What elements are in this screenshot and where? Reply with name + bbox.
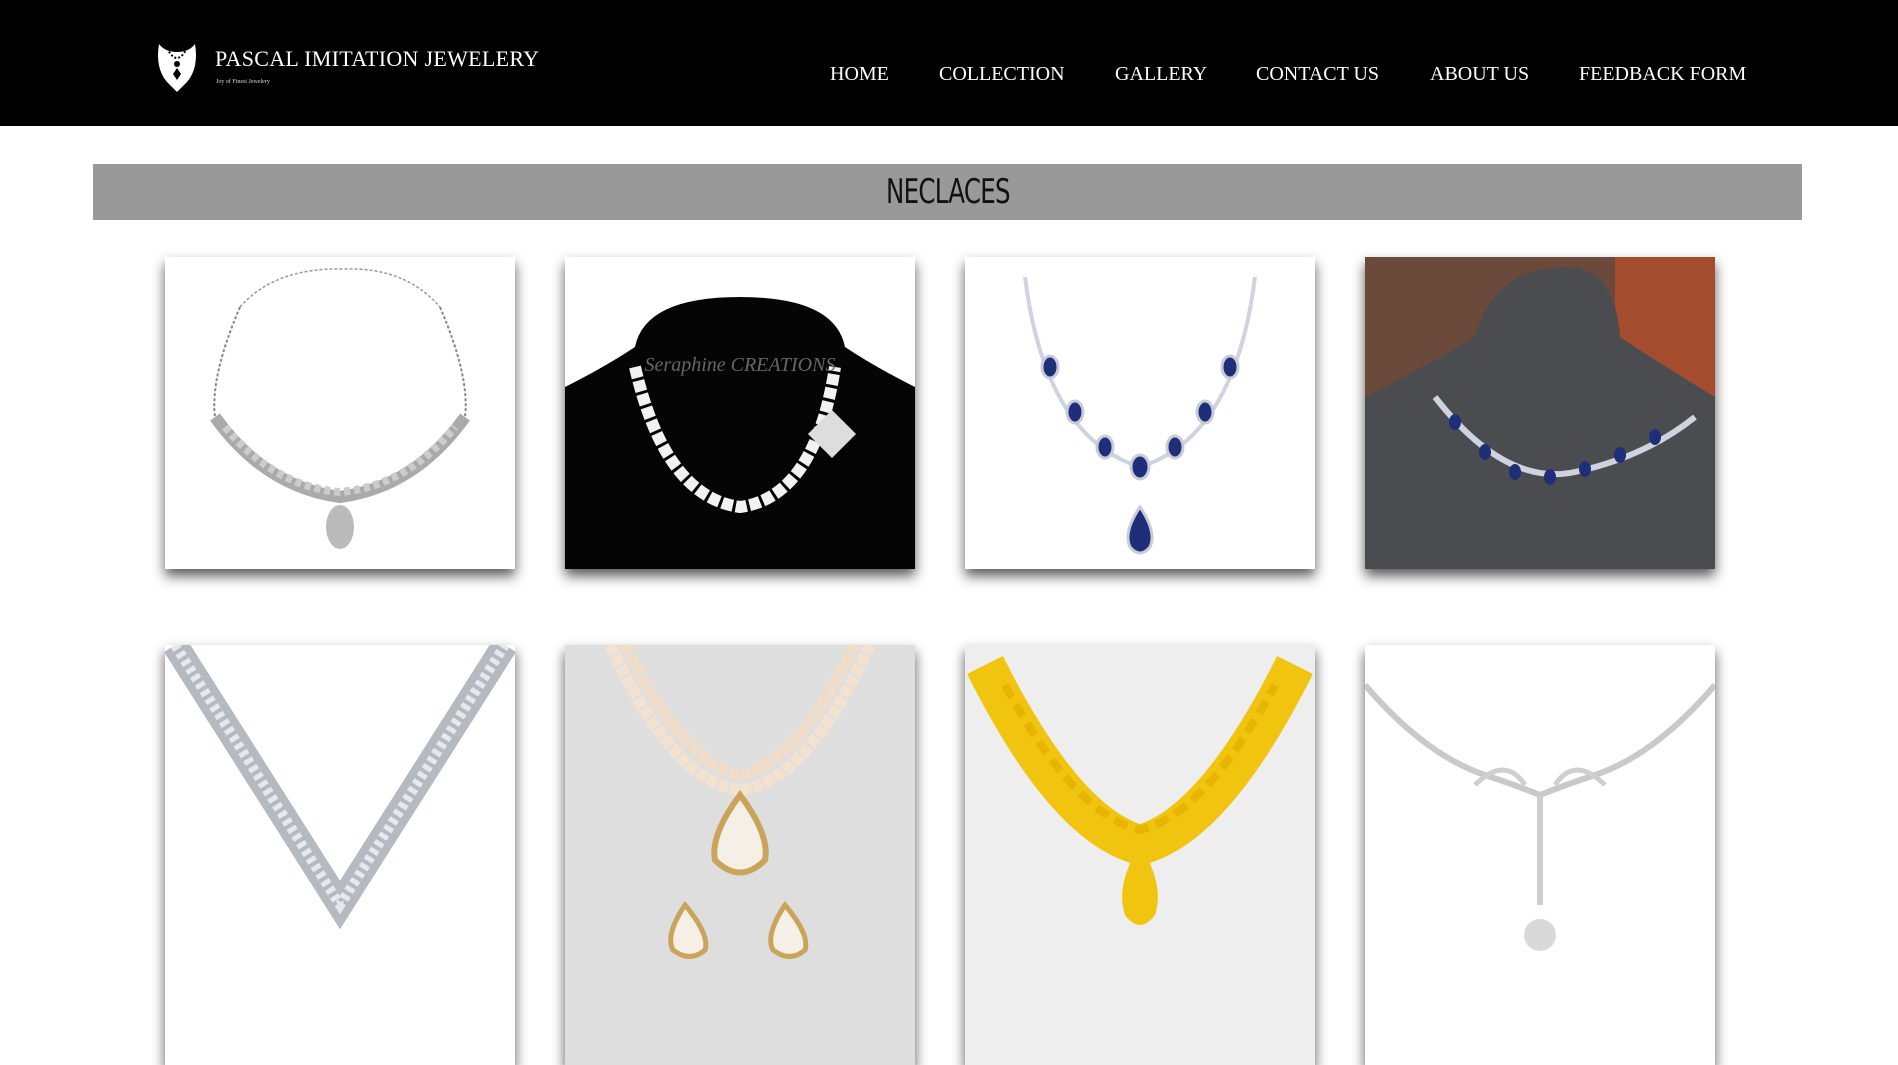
product-card-6[interactable] — [565, 645, 915, 1065]
silver-leaf-necklace-image — [165, 257, 515, 569]
product-card-7[interactable] — [965, 645, 1315, 1065]
pearl-necklace-on-bust-image: Seraphine CREATIONS — [565, 257, 915, 569]
nav-collection[interactable]: COLLECTION — [939, 63, 1065, 86]
product-card-4[interactable] — [1365, 257, 1715, 569]
nav-about-us[interactable]: ABOUT US — [1430, 63, 1529, 86]
site-header: PASCAL IMITATION JEWELERY Joy of Finest … — [0, 0, 1898, 126]
product-card-5[interactable] — [165, 645, 515, 1065]
pearl-pendant-and-earrings-image — [565, 645, 915, 1065]
diamond-scroll-necklace-image — [1365, 645, 1715, 1065]
diamond-v-necklace-image — [165, 645, 515, 1065]
nav-gallery[interactable]: GALLERY — [1115, 63, 1207, 86]
product-card-1[interactable] — [165, 257, 515, 569]
nav-home[interactable]: HOME — [830, 63, 889, 86]
sapphire-drop-necklace-image — [965, 257, 1315, 569]
product-card-8[interactable] — [1365, 645, 1715, 1065]
sapphire-necklace-on-grey-bust-image — [1365, 257, 1715, 569]
product-card-2[interactable]: Seraphine CREATIONS — [565, 257, 915, 569]
seraphine-watermark: Seraphine CREATIONS — [645, 354, 836, 376]
nav-contact-us[interactable]: CONTACT US — [1256, 63, 1379, 86]
nav-feedback-form[interactable]: FEEDBACK FORM — [1579, 63, 1746, 86]
section-title: NECLACES — [885, 172, 1010, 212]
product-card-3[interactable] — [965, 257, 1315, 569]
section-title-bar: NECLACES — [93, 164, 1802, 220]
gold-leaf-necklace-image — [965, 645, 1315, 1065]
main-nav: HOME COLLECTION GALLERY CONTACT US ABOUT… — [0, 63, 1898, 89]
